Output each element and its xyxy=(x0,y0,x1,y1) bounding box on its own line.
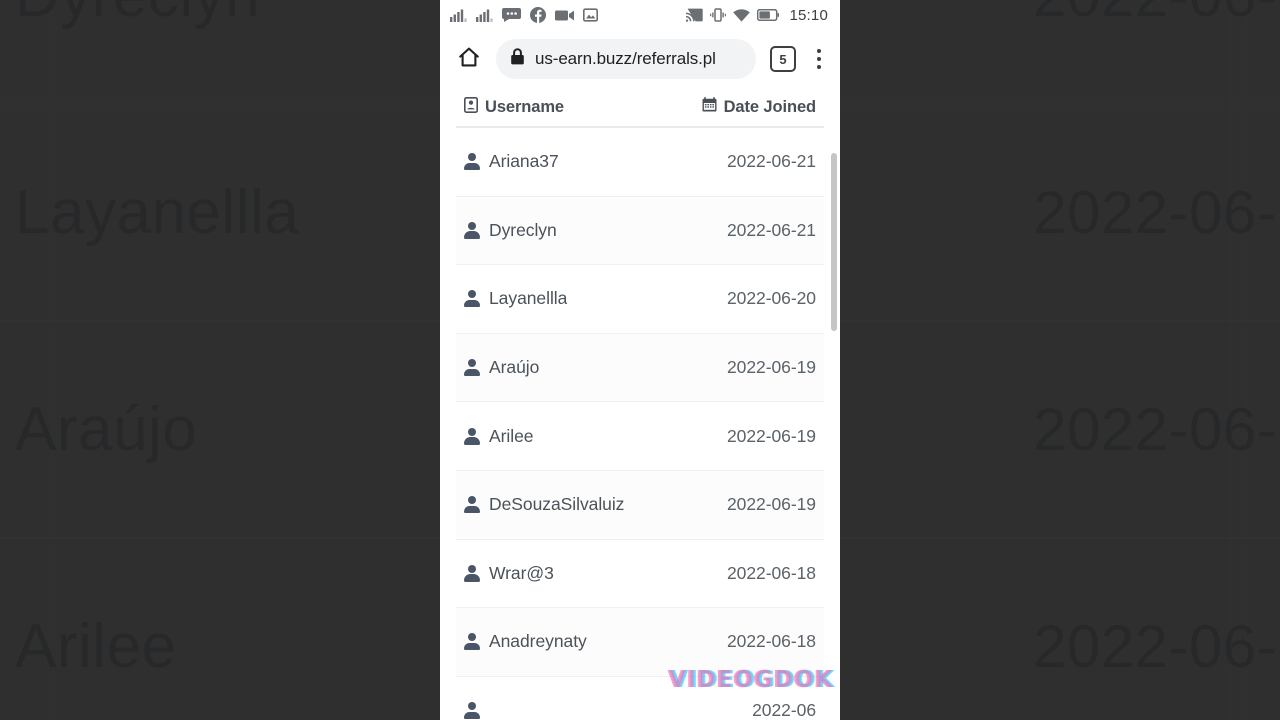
username-value: Araújo xyxy=(489,357,540,378)
person-icon xyxy=(464,427,480,445)
person-icon xyxy=(464,153,480,171)
tab-counter-button[interactable]: 5 xyxy=(770,46,796,72)
date-joined-value: 2022-06-21 xyxy=(726,151,816,172)
signal-bars-icon xyxy=(450,9,467,22)
overflow-menu-icon xyxy=(817,65,821,69)
person-icon xyxy=(464,221,480,239)
table-row[interactable]: Arilee 2022-06-19 xyxy=(456,402,824,471)
screen: Dyreclyn 2022-06-21 Layanellla 2022-06-2… xyxy=(0,0,1280,720)
message-icon xyxy=(502,8,521,22)
person-icon xyxy=(464,633,480,651)
table-row[interactable]: Ariana37 2022-06-21 xyxy=(456,128,824,197)
date-joined-value: 2022-06-19 xyxy=(726,494,816,515)
column-header-date-joined-label: Date Joined xyxy=(723,97,817,116)
overflow-menu-icon xyxy=(817,57,821,61)
status-bar-right: 15:10 xyxy=(686,7,828,24)
username-value: Anadreynaty xyxy=(489,631,587,652)
column-header-username-label: Username xyxy=(485,97,564,116)
date-joined-value: 2022-06-20 xyxy=(726,288,816,309)
status-bar: 15:10 xyxy=(440,0,840,30)
username-value: Ariana37 xyxy=(489,151,559,172)
signal-bars-icon xyxy=(476,9,493,22)
cell-username: Layanellla xyxy=(464,288,727,309)
date-joined-value: 2022-06-19 xyxy=(726,357,816,378)
video-camera-icon xyxy=(555,9,574,22)
table-row[interactable]: Anadreynaty 2022-06-18 xyxy=(456,608,824,677)
phone-viewport: 15:10 us-earn.buzz/referrals.pl 5 Userna… xyxy=(440,0,840,720)
date-joined-value: 2022-06-18 xyxy=(726,562,816,583)
person-icon xyxy=(464,564,480,582)
cell-username: Dyreclyn xyxy=(464,220,727,241)
cell-username: Arilee xyxy=(464,426,727,447)
lock-icon xyxy=(510,48,525,70)
battery-icon xyxy=(757,9,780,21)
column-header-date-joined[interactable]: Date Joined xyxy=(702,97,816,117)
image-icon xyxy=(583,8,598,22)
status-bar-clock: 15:10 xyxy=(789,6,828,24)
table-row[interactable]: 2022-06 xyxy=(456,676,824,720)
overflow-menu-button[interactable] xyxy=(808,43,830,75)
person-icon xyxy=(464,290,480,308)
browser-toolbar: us-earn.buzz/referrals.pl 5 xyxy=(440,30,840,88)
date-joined-value: 2022-06-19 xyxy=(726,425,816,446)
page-scrollbar-thumb[interactable] xyxy=(831,153,837,331)
person-icon xyxy=(464,496,480,514)
cast-icon xyxy=(686,8,704,22)
username-value: Dyreclyn xyxy=(489,219,557,240)
table-row[interactable]: Dyreclyn 2022-06-21 xyxy=(456,196,824,266)
cell-username: Ariana37 xyxy=(464,151,727,172)
url-bar[interactable]: us-earn.buzz/referrals.pl xyxy=(496,39,756,79)
referrals-table: Username Date Joined Ariana37 2022-06-21… xyxy=(440,88,840,720)
cell-username: DeSouzaSilvaluiz xyxy=(464,494,727,515)
status-bar-left xyxy=(450,7,598,23)
username-value: Wrar@3 xyxy=(489,562,554,583)
date-joined-value: 2022-06 xyxy=(752,700,816,720)
home-icon xyxy=(457,45,481,74)
tab-count-label: 5 xyxy=(779,51,787,67)
wifi-icon xyxy=(733,8,751,22)
username-value: Arilee xyxy=(489,425,534,446)
table-row[interactable]: Layanellla 2022-06-20 xyxy=(456,265,824,334)
home-button[interactable] xyxy=(448,38,490,80)
calendar-icon xyxy=(702,97,717,117)
id-card-icon xyxy=(464,96,478,118)
vibrate-icon xyxy=(710,8,727,22)
table-row[interactable]: Araújo 2022-06-19 xyxy=(456,333,824,403)
web-page-content: Username Date Joined Ariana37 2022-06-21… xyxy=(440,88,840,720)
table-row[interactable]: Wrar@3 2022-06-18 xyxy=(456,539,824,609)
cell-username xyxy=(464,702,752,720)
table-header-row: Username Date Joined xyxy=(456,88,824,128)
cell-username: Wrar@3 xyxy=(464,563,727,584)
username-value: Layanellla xyxy=(489,288,568,309)
overflow-menu-icon xyxy=(817,49,821,53)
table-row[interactable]: DeSouzaSilvaluiz 2022-06-19 xyxy=(456,470,824,540)
cell-username: Araújo xyxy=(464,357,727,378)
cell-username: Anadreynaty xyxy=(464,631,727,652)
url-text: us-earn.buzz/referrals.pl xyxy=(535,49,716,68)
facebook-icon xyxy=(530,7,546,23)
date-joined-value: 2022-06-18 xyxy=(726,631,816,652)
username-value: DeSouzaSilvaluiz xyxy=(489,494,625,515)
column-header-username[interactable]: Username xyxy=(464,96,702,118)
person-icon xyxy=(464,702,480,720)
date-joined-value: 2022-06-21 xyxy=(726,219,816,240)
person-icon xyxy=(464,359,480,377)
